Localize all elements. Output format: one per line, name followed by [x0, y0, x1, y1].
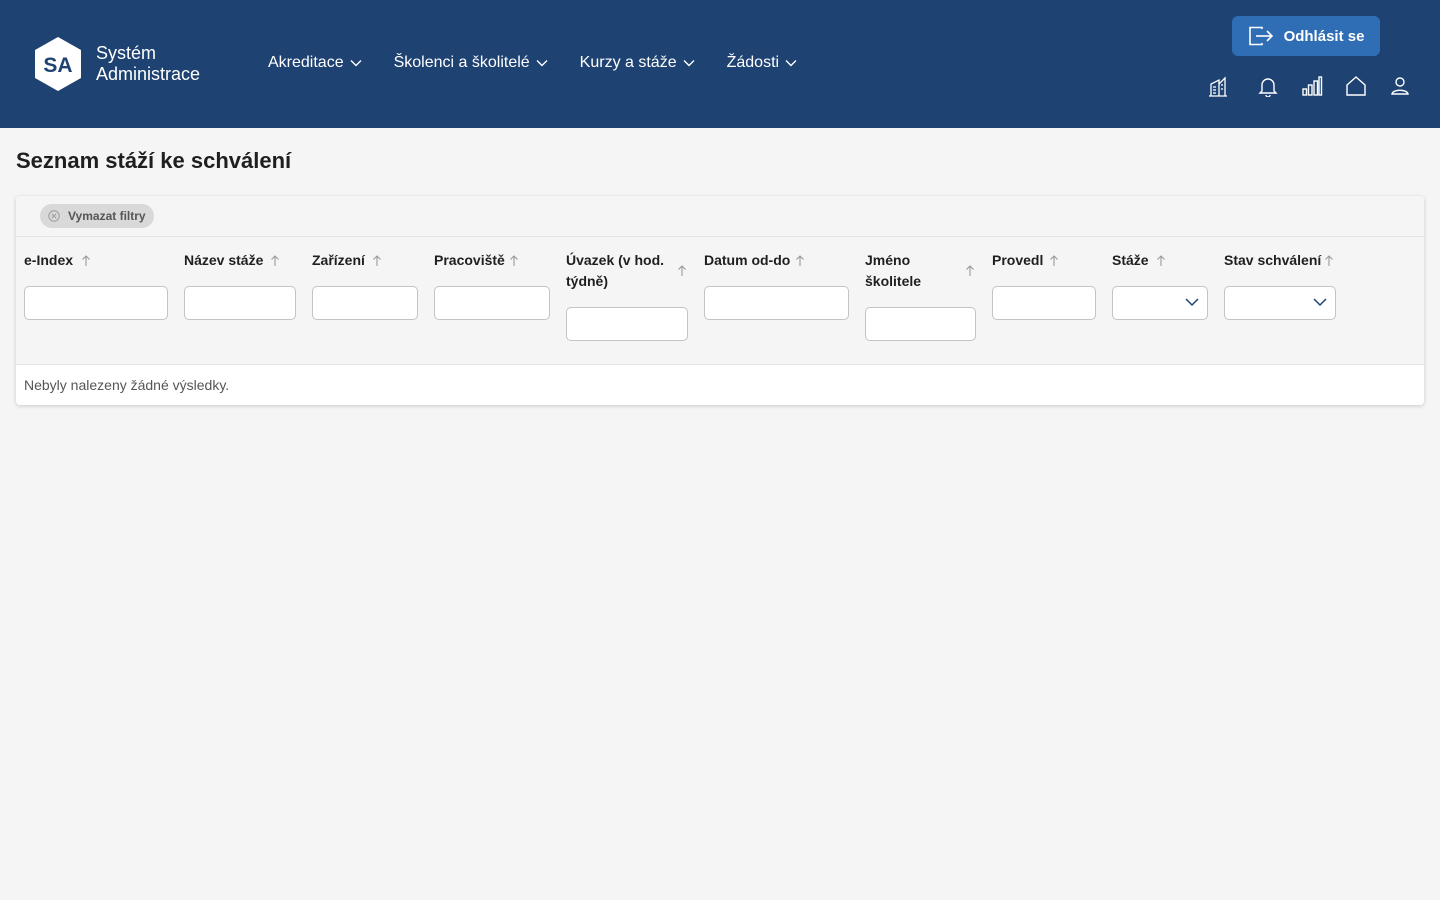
- sort-arrow-icon[interactable]: [372, 255, 382, 267]
- column-header-provedl[interactable]: Provedl: [992, 250, 1043, 271]
- nav-label: Akreditace: [268, 54, 344, 71]
- sort-arrow-icon[interactable]: [795, 255, 805, 267]
- clear-filters-button[interactable]: Vymazat filtry: [40, 204, 154, 228]
- filter-zarizeni-input[interactable]: [312, 286, 418, 320]
- clear-circle-icon: [48, 210, 60, 222]
- building-icon[interactable]: [1206, 74, 1230, 98]
- sort-arrow-icon[interactable]: [509, 255, 519, 267]
- sort-arrow-icon[interactable]: [1324, 255, 1334, 267]
- empty-results-message: Nebyly nalezeny žádné výsledky.: [24, 377, 230, 393]
- logout-button[interactable]: Odhlásit se: [1232, 16, 1380, 56]
- clear-filters-label: Vymazat filtry: [68, 209, 146, 223]
- main-nav: Akreditace Školenci a školitelé Kurzy a …: [268, 52, 829, 74]
- column-header-stav-schvaleni[interactable]: Stav schválení: [1224, 250, 1321, 271]
- sort-arrow-icon[interactable]: [1156, 255, 1166, 267]
- sort-arrow-icon[interactable]: [270, 255, 280, 267]
- filter-staze-select[interactable]: [1112, 286, 1208, 320]
- chevron-down-icon: [536, 60, 548, 67]
- logo-hexagon-icon[interactable]: SA: [33, 36, 83, 92]
- logout-label: Odhlásit se: [1283, 27, 1365, 45]
- page-title: Seznam stáží ke schválení: [16, 148, 292, 173]
- chevron-down-icon: [785, 60, 797, 67]
- chevron-down-icon: [683, 60, 695, 67]
- nav-label: Žádosti: [726, 54, 780, 71]
- bar-chart-icon[interactable]: [1300, 74, 1324, 98]
- sort-arrow-icon[interactable]: [965, 265, 975, 277]
- bell-icon[interactable]: [1256, 74, 1280, 98]
- filter-datum-od-do-input[interactable]: [704, 286, 849, 320]
- column-header-line: týdně): [566, 273, 608, 289]
- filter-pracoviste-input[interactable]: [434, 286, 550, 320]
- column-header-line: Jméno: [865, 252, 911, 268]
- nav-kurzy-a-staze[interactable]: Kurzy a stáže: [580, 52, 695, 74]
- column-header-datum-od-do[interactable]: Datum od-do: [704, 250, 790, 271]
- column-header-e-index[interactable]: e-Index: [24, 250, 73, 271]
- results-table: Vymazat filtry e-Index Název stáže Zaříz…: [16, 196, 1424, 405]
- filter-jmeno-skolitele-input[interactable]: [865, 307, 976, 341]
- table-header-filters: e-Index Název stáže Zařízení Pracoviště …: [16, 237, 1424, 365]
- column-header-uvazek[interactable]: Úvazek (v hod. týdně): [566, 250, 664, 292]
- app-name-line1: Systém: [96, 43, 157, 63]
- filter-provedl-input[interactable]: [992, 286, 1096, 320]
- nav-skolenci-a-skolitele[interactable]: Školenci a školitelé: [394, 52, 548, 74]
- app-name-line2: Administrace: [96, 64, 201, 84]
- user-icon[interactable]: [1388, 74, 1412, 98]
- column-header-nazev-staze[interactable]: Název stáže: [184, 250, 263, 271]
- nav-label: Kurzy a stáže: [579, 54, 677, 71]
- nav-akreditace[interactable]: Akreditace: [268, 52, 362, 74]
- column-header-line: Úvazek (v hod.: [566, 252, 665, 268]
- nav-zadosti[interactable]: Žádosti: [727, 52, 797, 74]
- filter-nazev-staze-input[interactable]: [184, 286, 296, 320]
- app-name[interactable]: Systém Administrace: [96, 43, 200, 85]
- filter-e-index-input[interactable]: [24, 286, 168, 320]
- home-icon[interactable]: [1344, 74, 1368, 98]
- logout-icon: [1248, 26, 1273, 46]
- chevron-down-icon: [350, 60, 362, 67]
- sort-arrow-icon[interactable]: [81, 255, 91, 267]
- filter-stav-schvaleni-select[interactable]: [1224, 286, 1336, 320]
- column-header-zarizeni[interactable]: Zařízení: [312, 250, 365, 271]
- column-header-pracoviste[interactable]: Pracoviště: [434, 250, 505, 271]
- sort-arrow-icon[interactable]: [1049, 255, 1059, 267]
- column-header-staze[interactable]: Stáže: [1112, 250, 1149, 271]
- table-toolbar: Vymazat filtry: [16, 196, 1424, 237]
- nav-label: Školenci a školitelé: [393, 54, 530, 71]
- chevron-down-icon: [1313, 298, 1327, 307]
- top-header: SA Systém Administrace Akreditace Školen…: [0, 0, 1440, 128]
- column-header-line: školitele: [865, 273, 922, 289]
- filter-uvazek-input[interactable]: [566, 307, 688, 341]
- chevron-down-icon: [1185, 298, 1199, 307]
- sort-arrow-icon[interactable]: [677, 265, 687, 277]
- column-header-jmeno-skolitele[interactable]: Jméno školitele: [865, 250, 921, 292]
- logo-initials: SA: [43, 54, 72, 77]
